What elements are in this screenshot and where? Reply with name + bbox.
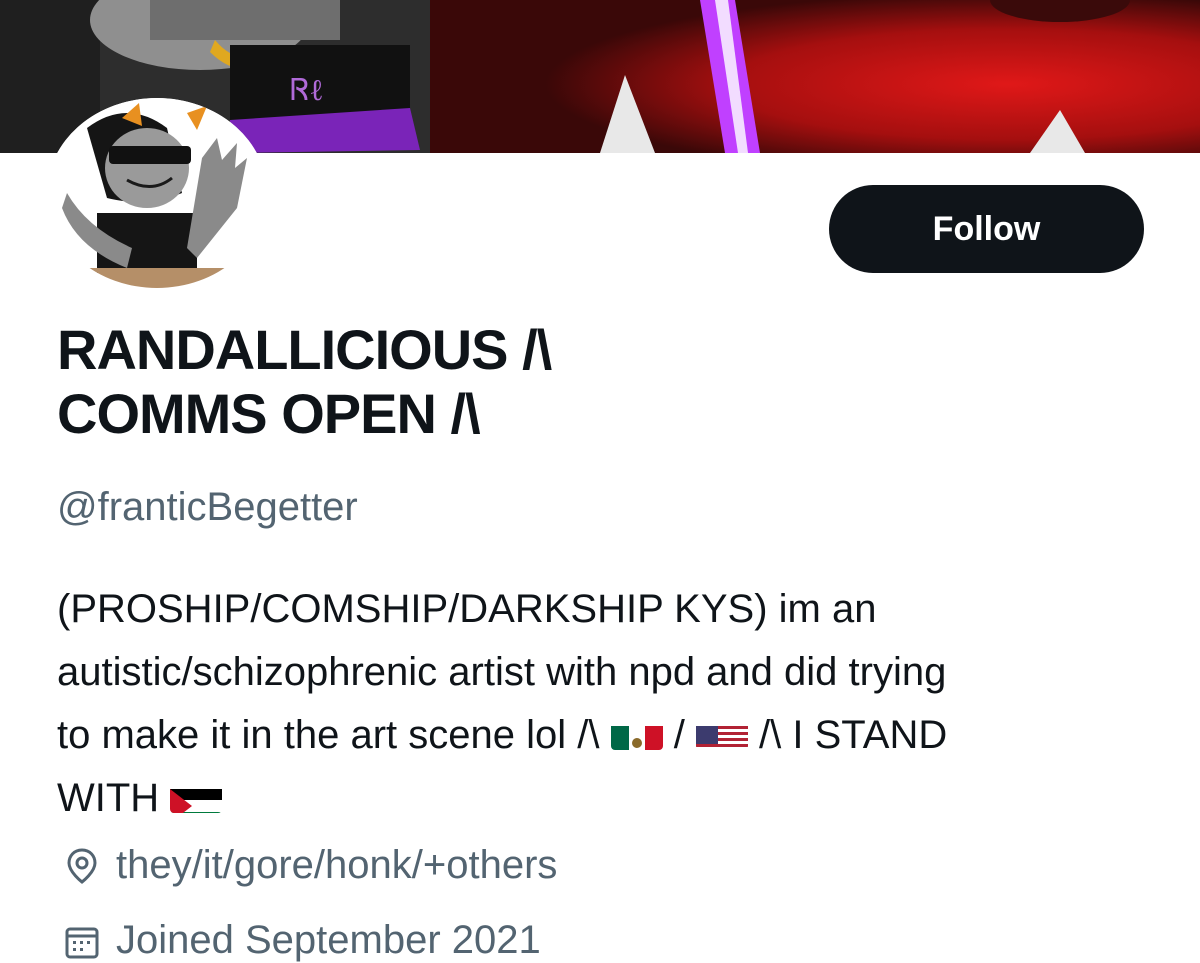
profile-location: they/it/gore/honk/+others xyxy=(62,843,557,888)
profile-bio: (PROSHIP/COMSHIP/DARKSHIP KYS) im an aut… xyxy=(57,578,1167,830)
bio-line: to make it in the art scene lol /\ / /\ … xyxy=(57,704,1167,767)
follow-button[interactable]: Follow xyxy=(829,185,1144,273)
display-name: RANDALLICIOUS /\ COMMS OPEN /\ xyxy=(57,318,1057,446)
avatar-artwork xyxy=(47,98,267,288)
display-name-line-1: RANDALLICIOUS /\ xyxy=(57,318,552,381)
calendar-icon xyxy=(65,927,99,958)
bio-line: (PROSHIP/COMSHIP/DARKSHIP KYS) im an xyxy=(57,587,877,631)
location-pin-icon xyxy=(67,847,97,884)
bio-text: / xyxy=(662,713,696,757)
svg-text:Ꮢℓ: Ꮢℓ xyxy=(290,73,324,108)
bio-text: to make it in the art scene lol /\ xyxy=(57,713,611,757)
bio-text: /\ I STAND xyxy=(747,713,948,757)
location-text: they/it/gore/honk/+others xyxy=(116,843,558,887)
palestine-flag-icon xyxy=(170,779,223,814)
bio-line: autistic/schizophrenic artist with npd a… xyxy=(57,650,947,694)
bio-text: WITH xyxy=(57,776,171,820)
usa-flag-icon xyxy=(695,716,748,751)
profile-avatar[interactable] xyxy=(47,98,267,288)
display-name-line-2: COMMS OPEN /\ xyxy=(57,382,481,445)
bio-line: WITH xyxy=(57,767,1167,830)
joined-text: Joined September 2021 xyxy=(116,918,541,962)
profile-joined-date: Joined September 2021 xyxy=(62,918,541,963)
mexico-flag-icon xyxy=(610,716,663,751)
profile-handle: @franticBegetter xyxy=(57,485,358,529)
